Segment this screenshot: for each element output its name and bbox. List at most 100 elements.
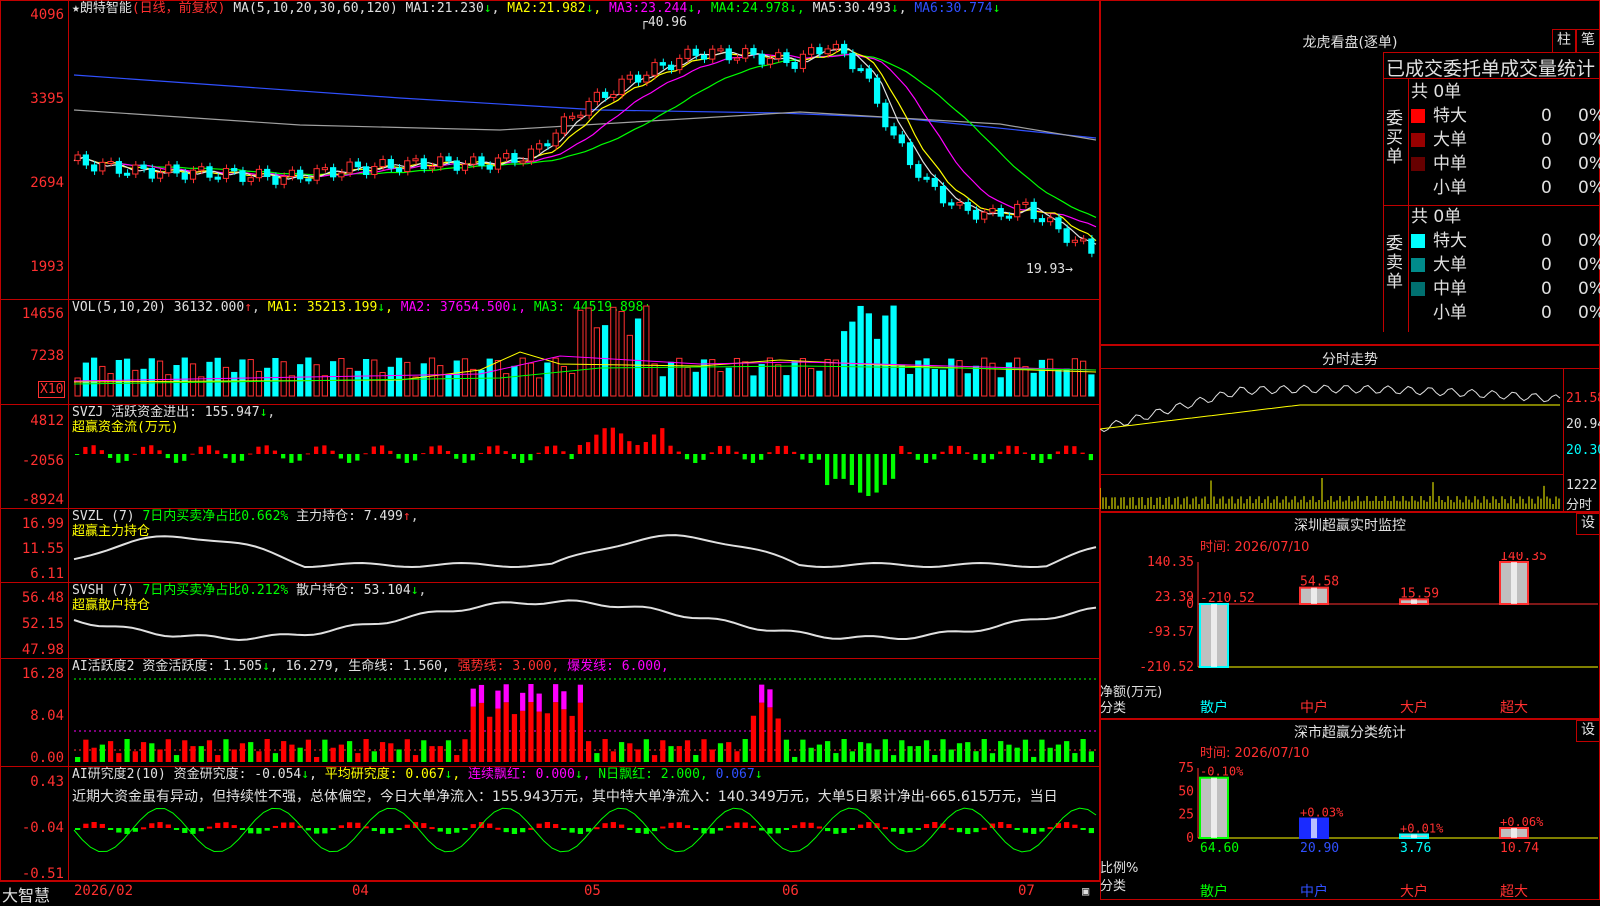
flow-bar — [248, 453, 253, 455]
volume-bar — [1071, 358, 1079, 397]
activity-bar — [734, 751, 740, 762]
candle — [791, 61, 798, 69]
candle — [651, 62, 658, 76]
burst-bar — [553, 684, 559, 703]
activity-bar — [116, 753, 122, 762]
research-bar — [792, 825, 798, 828]
y-tick: 0 — [1186, 597, 1194, 612]
flow-bar — [165, 454, 170, 459]
volume-bar — [569, 372, 576, 397]
volume-bar — [511, 365, 518, 397]
tick-mode-button[interactable]: 笔 — [1576, 29, 1600, 53]
flow-bar — [833, 454, 838, 479]
flow-bar — [338, 454, 343, 459]
color-swatch — [1411, 133, 1425, 147]
candle — [692, 48, 699, 56]
flow-bar — [627, 441, 632, 454]
intraday-y: 21.58 — [1566, 391, 1600, 406]
buy-total: 共 0单 — [1411, 82, 1462, 102]
research-bar — [355, 822, 361, 828]
flow-bar — [709, 452, 714, 454]
volume-bar — [1047, 358, 1054, 397]
delta-label: +0.03% — [1300, 805, 1344, 819]
activity-bar — [355, 753, 361, 762]
research-bar — [75, 828, 81, 830]
lock-icon[interactable]: ▣ — [1082, 884, 1089, 898]
candle — [420, 158, 427, 170]
activity-bar — [701, 739, 707, 762]
volume-bar — [931, 369, 938, 397]
sell-row-l: 大单00% — [1411, 253, 1600, 277]
intraday-canvas[interactable] — [1100, 369, 1563, 511]
activity-bar — [643, 739, 649, 762]
flow-bar — [594, 434, 599, 454]
volume-bar — [832, 359, 839, 397]
volume-bar — [156, 360, 164, 397]
activity-bar — [206, 740, 213, 762]
volume-bar — [338, 358, 345, 397]
data-label: 140.35 — [1500, 552, 1547, 564]
activity-bar — [330, 747, 336, 762]
research-bar — [305, 828, 312, 831]
volume-bar — [972, 365, 980, 397]
volume-bar — [997, 377, 1004, 397]
research-bar — [173, 828, 180, 830]
flow-bar — [973, 454, 978, 460]
research-bar — [627, 828, 633, 830]
activity-bar — [709, 749, 715, 762]
delta-label: +0.01% — [1400, 821, 1444, 835]
candle — [676, 57, 683, 71]
research-bar — [206, 826, 213, 829]
volume-bar — [651, 363, 658, 397]
candle — [338, 172, 345, 178]
flow-bar — [734, 451, 739, 454]
candle — [882, 102, 889, 128]
bar-mode-button[interactable]: 柱 — [1552, 29, 1576, 53]
flow-bar — [792, 451, 797, 454]
activity-bar — [750, 715, 757, 762]
flow-bar — [915, 454, 920, 460]
activity-bar — [140, 742, 147, 762]
main-hold-line — [73, 534, 1097, 569]
candle — [1080, 238, 1087, 242]
research-bar — [83, 823, 89, 828]
activity-bar — [215, 755, 221, 762]
research-bar — [445, 828, 452, 834]
sell-total: 共 0单 — [1411, 207, 1462, 227]
sell-row-m: 中单00% — [1411, 277, 1600, 301]
flow-bar — [470, 454, 475, 461]
volume-bar — [593, 327, 600, 397]
research-bar — [907, 828, 913, 833]
research-bar — [1072, 824, 1078, 828]
candle — [939, 185, 947, 204]
burst-bar — [470, 688, 476, 707]
bar-highlight — [1511, 562, 1517, 605]
research-bar — [973, 828, 979, 833]
flow-bar — [668, 445, 673, 454]
candle — [865, 68, 872, 79]
flow-bar — [412, 454, 418, 461]
research-bar — [660, 826, 666, 829]
settings-button[interactable]: 设 — [1576, 513, 1600, 535]
flow-bar — [841, 454, 846, 479]
flow-bar — [890, 454, 896, 479]
candle — [494, 157, 502, 170]
volume-bar — [173, 365, 180, 397]
settings-button[interactable]: 设 — [1576, 720, 1600, 742]
chart-canvas[interactable] — [0, 0, 1100, 880]
burst-bar — [478, 684, 485, 703]
axis-date: 2026/02 — [74, 883, 134, 899]
flow-bar — [437, 445, 442, 454]
candle — [181, 172, 188, 180]
intraday-y: 20.94 — [1566, 417, 1600, 432]
price-line — [1100, 384, 1561, 433]
volume-bar — [231, 371, 238, 397]
candle — [684, 48, 691, 59]
candle — [371, 165, 378, 175]
candle — [742, 48, 749, 59]
volume-bar — [354, 370, 361, 397]
flow-bar — [800, 454, 805, 460]
flow-bar — [660, 428, 665, 454]
candle — [461, 163, 469, 171]
research-bar — [371, 828, 377, 832]
